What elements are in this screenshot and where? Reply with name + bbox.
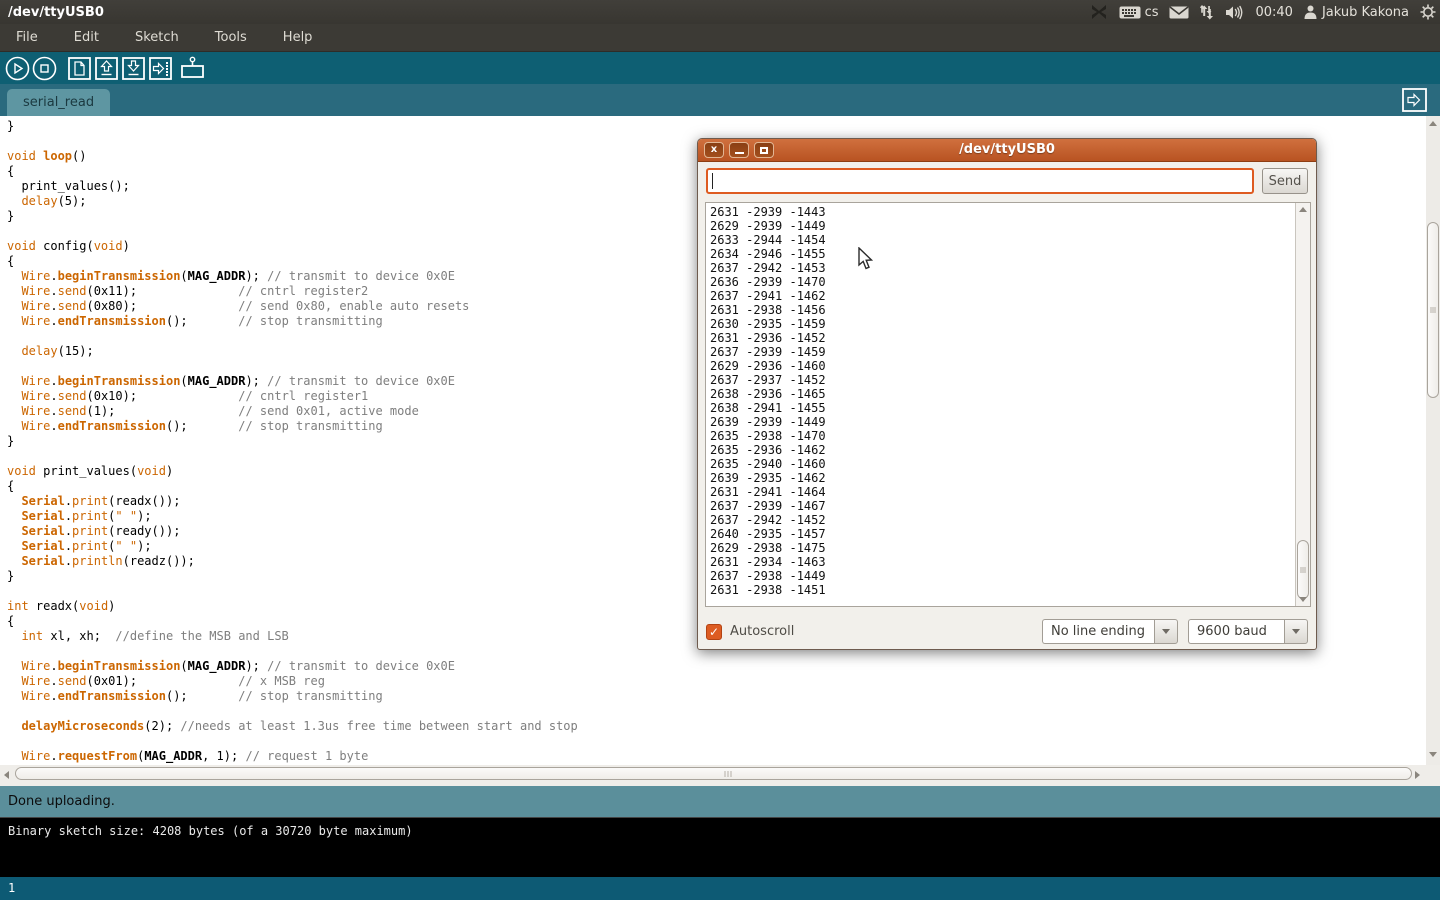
- editor-vscroll-thumb[interactable]: [1427, 222, 1439, 398]
- console: Binary sketch size: 4208 bytes (of a 307…: [0, 817, 1440, 877]
- menu-tools[interactable]: Tools: [209, 26, 253, 49]
- editor-hscrollbar[interactable]: [0, 765, 1440, 786]
- menubar: File Edit Sketch Tools Help: [0, 24, 1440, 52]
- serial-scroll-thumb[interactable]: [1297, 540, 1309, 599]
- code-line: Wire.send(0x01); // x MSB reg: [7, 674, 1426, 689]
- user-menu[interactable]: Jakub Kakona: [1304, 5, 1409, 20]
- serial-scrollbar[interactable]: [1295, 203, 1310, 606]
- menu-edit[interactable]: Edit: [68, 26, 105, 49]
- dropdown-button[interactable]: [1284, 619, 1308, 644]
- line-ending-value: No line ending: [1042, 619, 1154, 644]
- baud-rate-value: 9600 baud: [1188, 619, 1284, 644]
- keyboard-layout-label: cs: [1145, 5, 1159, 20]
- tab-arrow-icon: [1402, 88, 1427, 112]
- scroll-up-icon[interactable]: [1429, 121, 1437, 126]
- code-line: [7, 734, 1426, 749]
- line-ending-select[interactable]: No line ending: [1042, 619, 1178, 644]
- serial-output-area[interactable]: 2631 -2939 -1443 2629 -2939 -1449 2633 -…: [705, 202, 1311, 607]
- serial-monitor-button[interactable]: [179, 56, 206, 81]
- editor-hscroll-thumb[interactable]: [15, 767, 1412, 780]
- power-icon[interactable]: [1420, 4, 1436, 20]
- tab-serial-read[interactable]: serial_read: [7, 89, 110, 116]
- new-file-icon: [68, 57, 91, 80]
- up-arrow-icon: [95, 57, 118, 80]
- text-caret: [712, 173, 713, 189]
- scroll-right-icon[interactable]: [1415, 771, 1420, 779]
- network-icon[interactable]: [1200, 5, 1214, 20]
- status-message: Done uploading.: [0, 794, 115, 809]
- user-name: Jakub Kakona: [1322, 5, 1409, 20]
- send-button[interactable]: Send: [1262, 168, 1308, 194]
- autoscroll-checkbox[interactable]: ✓: [706, 624, 722, 640]
- window-title: /dev/ttyUSB0: [0, 5, 104, 20]
- system-tray: cs 00:40 Jakub Kakona: [1090, 0, 1436, 24]
- tab-strip: serial_read: [0, 84, 1440, 116]
- scroll-down-icon[interactable]: [1429, 752, 1437, 757]
- chevron-down-icon: [1162, 629, 1170, 634]
- code-line: delayMicroseconds(2); //needs at least 1…: [7, 719, 1426, 734]
- baud-rate-select[interactable]: 9600 baud: [1188, 619, 1308, 644]
- clock[interactable]: 00:40: [1255, 5, 1292, 20]
- verify-button[interactable]: [5, 56, 30, 81]
- status-bar: Done uploading.: [0, 786, 1440, 817]
- new-sketch-button[interactable]: [68, 57, 91, 80]
- check-icon: ✓: [709, 625, 719, 639]
- toolbar: [0, 52, 1440, 84]
- code-line: Wire.endTransmission(); // stop transmit…: [7, 689, 1426, 704]
- open-button[interactable]: [95, 57, 118, 80]
- serial-monitor-titlebar[interactable]: x /dev/ttyUSB0: [698, 139, 1316, 162]
- code-line: }: [7, 119, 1426, 134]
- scroll-left-icon[interactable]: [4, 771, 9, 779]
- top-panel: /dev/ttyUSB0 cs 00:40 Jakub Kakona: [0, 0, 1440, 24]
- scroll-down-icon[interactable]: [1299, 597, 1307, 602]
- serial-monitor-footer: ✓ Autoscroll No line ending 9600 baud: [706, 618, 1308, 645]
- autoscroll-label: Autoscroll: [730, 624, 794, 639]
- tab-label: serial_read: [23, 95, 94, 110]
- menu-file[interactable]: File: [10, 26, 44, 49]
- code-line: [7, 704, 1426, 719]
- line-number-indicator: 1: [0, 877, 1440, 895]
- menu-help[interactable]: Help: [277, 26, 319, 49]
- serial-monitor-title: /dev/ttyUSB0: [698, 142, 1316, 157]
- upload-button[interactable]: [149, 57, 172, 80]
- serial-input[interactable]: [706, 168, 1254, 194]
- screen: /dev/ttyUSB0 cs 00:40 Jakub Kakona: [0, 0, 1440, 900]
- editor-vscrollbar[interactable]: [1426, 116, 1440, 765]
- stop-icon: [32, 56, 57, 81]
- code-line: Wire.beginTransmission(MAG_ADDR); // tra…: [7, 659, 1426, 674]
- volume-icon[interactable]: [1225, 5, 1244, 20]
- scroll-up-icon[interactable]: [1299, 207, 1307, 212]
- tab-menu-button[interactable]: [1402, 88, 1427, 116]
- console-output: Binary sketch size: 4208 bytes (of a 307…: [0, 818, 1440, 838]
- mouse-cursor: [858, 247, 873, 274]
- user-icon: [1304, 5, 1317, 19]
- tray-app-icon[interactable]: [1090, 4, 1108, 20]
- down-arrow-icon: [122, 57, 145, 80]
- stop-button[interactable]: [32, 56, 57, 81]
- chevron-down-icon: [1292, 629, 1300, 634]
- right-arrow-icon: [149, 57, 172, 80]
- serial-monitor-window: x /dev/ttyUSB0 Send 2631 -2939 -1443 262…: [697, 138, 1317, 650]
- play-icon: [5, 56, 30, 81]
- serial-output-text: 2631 -2939 -1443 2629 -2939 -1449 2633 -…: [707, 203, 1295, 606]
- serial-input-row: Send: [706, 168, 1308, 194]
- dropdown-button[interactable]: [1154, 619, 1178, 644]
- footer-bar: 1: [0, 877, 1440, 900]
- save-button[interactable]: [122, 57, 145, 80]
- serial-monitor-icon: [179, 56, 206, 81]
- keyboard-indicator[interactable]: cs: [1119, 5, 1159, 20]
- mail-icon[interactable]: [1169, 6, 1189, 19]
- menu-sketch[interactable]: Sketch: [129, 26, 185, 49]
- code-line: Wire.requestFrom(MAG_ADDR, 1); // reques…: [7, 749, 1426, 764]
